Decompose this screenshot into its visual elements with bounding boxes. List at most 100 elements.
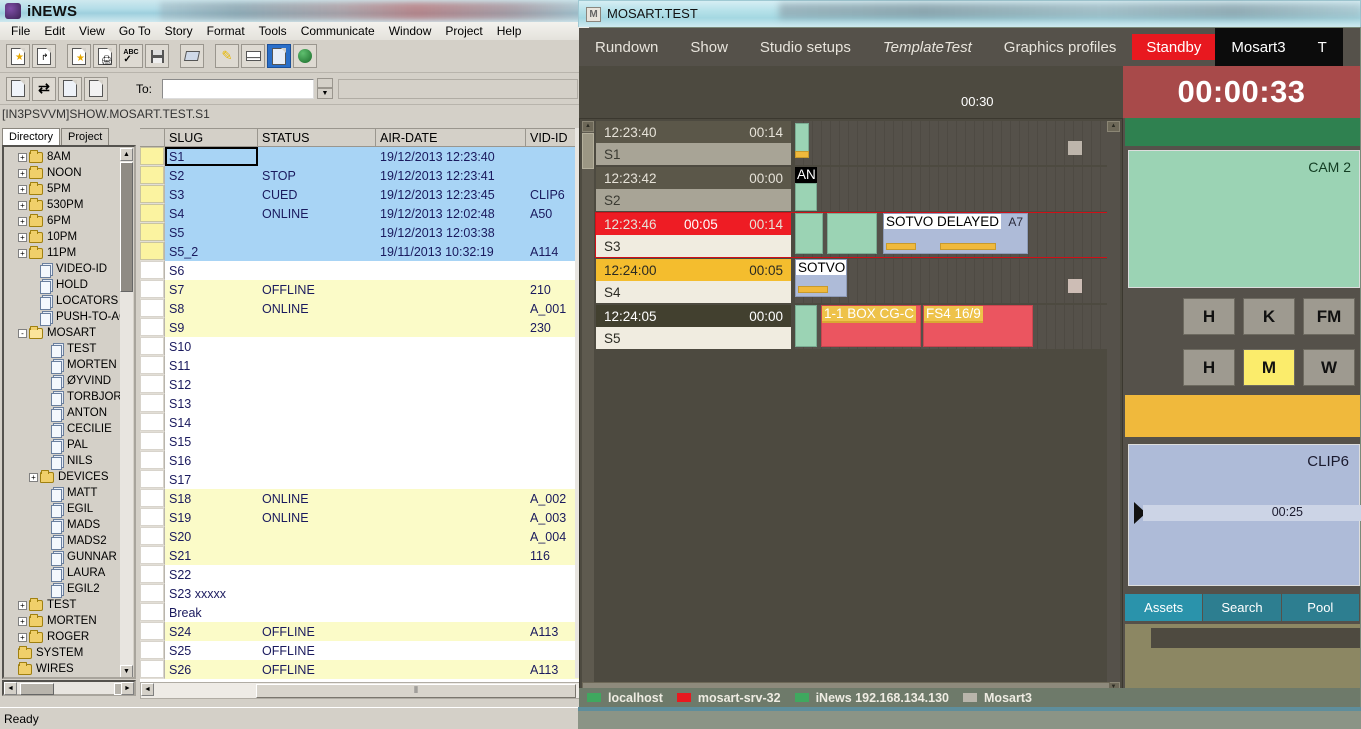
pad-button-m-4[interactable]: M — [1243, 349, 1295, 386]
cell-airdate[interactable] — [376, 413, 526, 432]
nav-item-show[interactable]: Show — [674, 28, 744, 66]
scroll-up-arrow[interactable]: ▲ — [120, 148, 133, 161]
cell-airdate[interactable] — [376, 508, 526, 527]
timeline-panel[interactable]: ▲ ▼ 12:23:4000:14S112:23:4200:00S2AN12:2… — [579, 118, 1123, 696]
cell-slug[interactable]: S20 — [165, 527, 258, 546]
cell-status[interactable] — [258, 451, 376, 470]
cell-airdate[interactable] — [376, 470, 526, 489]
pad-button-h-3[interactable]: H — [1183, 349, 1235, 386]
nav-item-mosart3[interactable]: Mosart3 — [1215, 28, 1301, 66]
rundown-grid-header[interactable]: SLUGSTATUSAIR-DATEVID-ID — [140, 129, 590, 147]
row-marker-cell[interactable] — [140, 527, 165, 546]
cell-airdate[interactable] — [376, 622, 526, 641]
cell-status[interactable] — [258, 584, 376, 603]
timeline-track[interactable]: AN — [795, 167, 1108, 211]
print-icon[interactable]: 🖨 — [93, 44, 117, 68]
fs4-block[interactable]: FS4 16/9 — [923, 305, 1033, 347]
tree-item[interactable]: +11PM — [4, 245, 122, 261]
expand-icon[interactable]: + — [18, 201, 27, 210]
table-row[interactable]: S20A_004 — [140, 527, 590, 546]
cell-slug[interactable]: S10 — [165, 337, 258, 356]
inews-toolbar-primary[interactable]: ★ ↱ ★ 🖨 ABC✓ ✎ — [0, 40, 590, 73]
cell-slug[interactable]: S5_2 — [165, 242, 258, 261]
tree-item[interactable]: MATT — [4, 485, 122, 501]
cell-slug[interactable]: S12 — [165, 375, 258, 394]
cell-status[interactable]: ONLINE — [258, 508, 376, 527]
nav-item-rundown[interactable]: Rundown — [579, 28, 674, 66]
menu-item-tools[interactable]: Tools — [252, 23, 294, 39]
pad-button-h-0[interactable]: H — [1183, 298, 1235, 335]
rundown-scroll-left-arrow[interactable]: ◄ — [141, 683, 154, 696]
cell-status[interactable]: CUED — [258, 185, 376, 204]
table-row[interactable]: S19ONLINEA_003 — [140, 508, 590, 527]
table-row[interactable]: S21116 — [140, 546, 590, 565]
nav-item-graphics-profiles[interactable]: Graphics profiles — [988, 28, 1133, 66]
cell-status[interactable] — [258, 603, 376, 622]
tree-item[interactable]: EGIL2 — [4, 581, 122, 597]
camera-preview[interactable]: CAM 2 — [1128, 150, 1360, 288]
table-row[interactable]: S3CUED19/12/2013 12:23:45CLIP6 — [140, 185, 590, 204]
cell-slug[interactable]: S25 — [165, 641, 258, 660]
table-row[interactable]: S10 — [140, 337, 590, 356]
cell-slug[interactable]: S22 — [165, 565, 258, 584]
clip-progress-bar[interactable]: 00:25 — [1143, 505, 1361, 521]
cell-slug[interactable]: S16 — [165, 451, 258, 470]
timeline-row[interactable]: 12:23:4200:00S2AN — [596, 167, 1108, 211]
row-marker-cell[interactable] — [140, 451, 165, 470]
cell-status[interactable]: ONLINE — [258, 489, 376, 508]
tree-item[interactable]: MORTEN — [4, 357, 122, 373]
row-marker-cell[interactable] — [140, 242, 165, 261]
cell-airdate[interactable] — [376, 489, 526, 508]
cell-airdate[interactable]: 19/12/2013 12:23:41 — [376, 166, 526, 185]
sotvo-block[interactable]: SOTVO — [795, 259, 847, 297]
tree-item[interactable]: ANTON — [4, 405, 122, 421]
save-icon[interactable] — [145, 44, 169, 68]
timeline-left-scrollbar[interactable]: ▲ ▼ — [582, 121, 594, 693]
tree-item[interactable]: PUSH-TO-AC — [4, 309, 122, 325]
row-marker-cell[interactable] — [140, 641, 165, 660]
cell-airdate[interactable]: 19/12/2013 12:23:40 — [376, 147, 526, 166]
scroll-right-arrow[interactable]: ► — [121, 682, 134, 695]
cell-status[interactable] — [258, 147, 376, 166]
inews-menubar[interactable]: FileEditViewGo ToStoryFormatToolsCommuni… — [0, 22, 590, 40]
cell-airdate[interactable] — [376, 432, 526, 451]
directory-horizontal-scrollbar[interactable]: ◄ ► — [2, 680, 136, 696]
tree-item[interactable]: +8AM — [4, 149, 122, 165]
asset-tab-pool[interactable]: Pool — [1282, 594, 1360, 621]
cell-slug[interactable]: S19 — [165, 508, 258, 527]
camera-block[interactable] — [795, 123, 809, 153]
tree-item[interactable]: LAURA — [4, 565, 122, 581]
table-row[interactable]: S9230 — [140, 318, 590, 337]
cell-airdate[interactable] — [376, 375, 526, 394]
cell-slug[interactable]: S5 — [165, 223, 258, 242]
cell-status[interactable]: STOP — [258, 166, 376, 185]
graphic-block[interactable] — [795, 183, 817, 211]
cell-status[interactable] — [258, 261, 376, 280]
cell-slug[interactable]: S13 — [165, 394, 258, 413]
cell-status[interactable] — [258, 394, 376, 413]
table-row[interactable]: S12 — [140, 375, 590, 394]
expand-icon[interactable]: + — [18, 617, 27, 626]
spellcheck-icon[interactable]: ABC✓ — [119, 44, 143, 68]
tree-item[interactable]: NILS — [4, 453, 122, 469]
tree-item[interactable]: GUNNAR — [4, 549, 122, 565]
cell-status[interactable]: OFFLINE — [258, 622, 376, 641]
menu-item-communicate[interactable]: Communicate — [294, 23, 382, 39]
scroll-thumb[interactable] — [120, 162, 133, 292]
table-row[interactable]: S25OFFLINE — [140, 641, 590, 660]
table-row[interactable]: S16 — [140, 451, 590, 470]
cell-slug[interactable]: S18 — [165, 489, 258, 508]
tree-item[interactable]: +TEST — [4, 597, 122, 613]
mosart-navbar[interactable]: RundownShowStudio setupsTemplateTestGrap… — [579, 28, 1360, 66]
cell-slug[interactable]: S4 — [165, 204, 258, 223]
tree-item[interactable]: +NOON — [4, 165, 122, 181]
cell-airdate[interactable]: 19/11/2013 10:32:19 — [376, 242, 526, 261]
camera-block-2[interactable] — [827, 213, 877, 254]
anim-label[interactable]: AN — [795, 167, 817, 184]
cell-slug[interactable]: S6 — [165, 261, 258, 280]
expand-icon[interactable]: + — [18, 601, 27, 610]
row-marker-cell[interactable] — [140, 394, 165, 413]
tree-item[interactable]: TORBJOR — [4, 389, 122, 405]
timeline-track[interactable]: 11-1 BOX CG-CFS4 16/9 — [795, 305, 1108, 349]
audio-bar[interactable] — [795, 151, 809, 158]
